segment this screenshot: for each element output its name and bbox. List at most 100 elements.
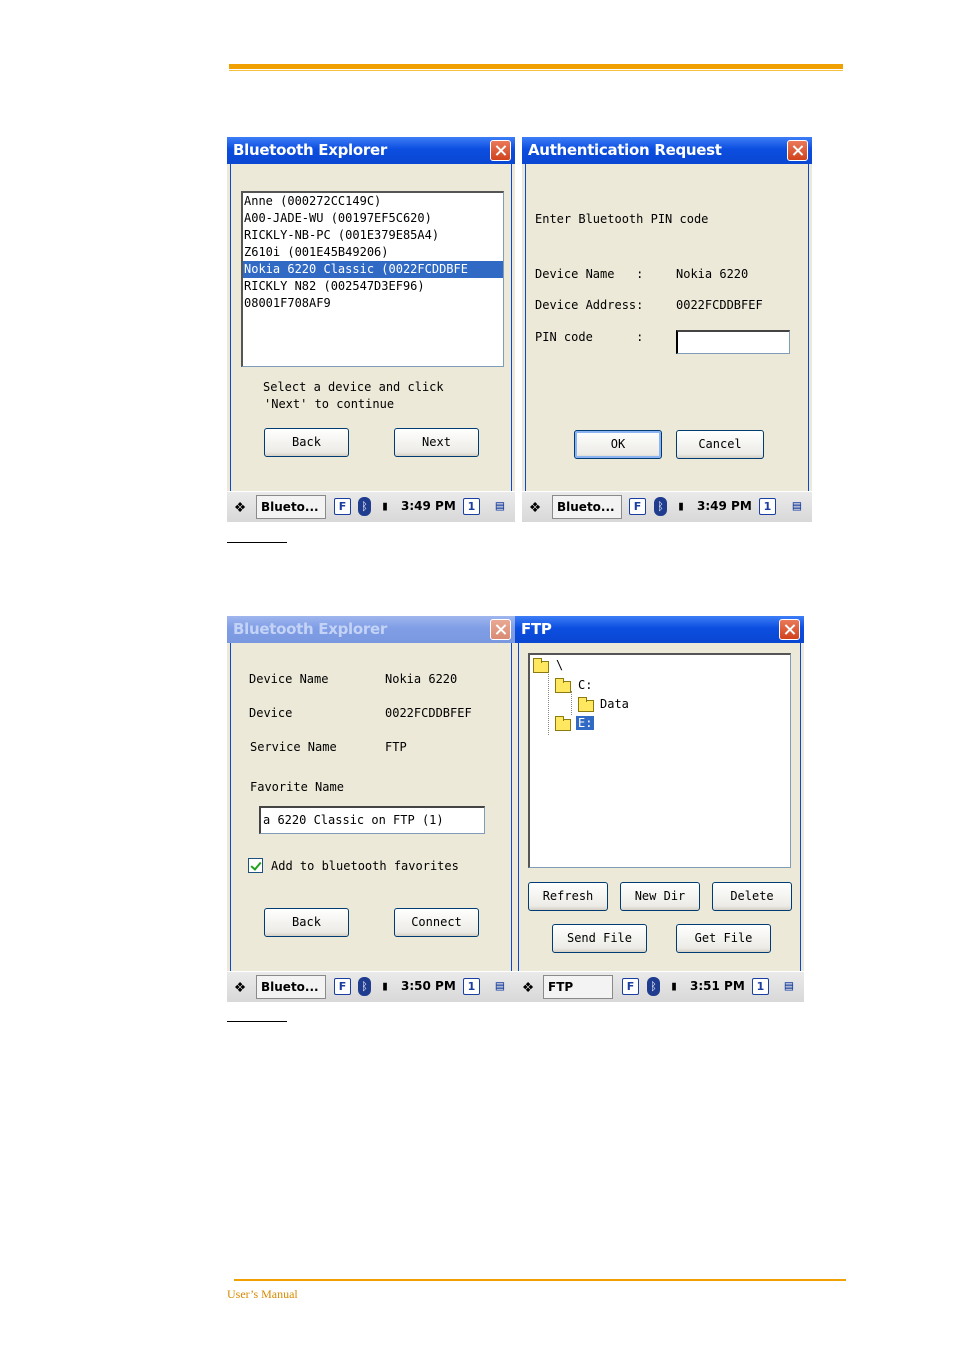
list-item[interactable]: RICKLY-NB-PC (001E379E85A4)	[243, 227, 503, 244]
desktop-switch-icon[interactable]: ▤	[788, 497, 806, 516]
desktop-switch-icon[interactable]: ▤	[780, 977, 798, 996]
favorite-name-label: Favorite Name	[250, 780, 344, 794]
window-body: Device Name Nokia 6220 Device 0022FCDDBF…	[230, 643, 512, 971]
taskbar-task-button[interactable]: FTP	[543, 975, 613, 999]
bluetooth-icon[interactable]: ᛒ	[358, 497, 371, 516]
instruction-line-2: 'Next' to continue	[264, 397, 395, 411]
next-button[interactable]: Next	[394, 428, 479, 457]
windows-start-icon[interactable]: ❖	[524, 496, 546, 518]
title-bar[interactable]: FTP	[515, 616, 804, 643]
add-favorites-label: Add to bluetooth favorites	[271, 859, 459, 873]
service-name-value: FTP	[385, 740, 407, 754]
list-item[interactable]: A00-JADE-WU (00197EF5C620)	[243, 210, 503, 227]
list-item[interactable]: RICKLY N82 (002547D3EF96)	[243, 278, 503, 295]
window-title: Authentication Request	[528, 141, 722, 159]
list-item[interactable]: Anne (000272CC149C)	[243, 193, 503, 210]
taskbar: ❖ Blueto... F ᛒ ▮ 3:49 PM 1 ▤	[522, 491, 812, 522]
window-body: Anne (000272CC149C) A00-JADE-WU (00197EF…	[230, 164, 512, 491]
taskbar-task-button[interactable]: Blueto...	[256, 975, 326, 999]
window-body: Enter Bluetooth PIN code Device Name : N…	[525, 164, 809, 491]
add-favorites-checkbox[interactable]	[248, 858, 263, 873]
desktop-number-icon[interactable]: 1	[759, 498, 776, 515]
tree-line	[548, 671, 549, 735]
figure-caption-line	[227, 1021, 287, 1022]
title-bar[interactable]: Bluetooth Explorer	[227, 616, 515, 643]
connect-button[interactable]: Connect	[394, 908, 479, 937]
keyboard-f-icon[interactable]: F	[629, 498, 646, 515]
device-address-label: Device Address:	[535, 298, 644, 312]
service-name-label: Service Name	[250, 740, 337, 754]
title-bar[interactable]: Bluetooth Explorer	[227, 137, 515, 164]
taskbar-task-button[interactable]: Blueto...	[256, 495, 326, 519]
close-icon[interactable]	[779, 619, 800, 640]
close-icon[interactable]	[490, 140, 511, 161]
device-list[interactable]: Anne (000272CC149C) A00-JADE-WU (00197EF…	[241, 191, 504, 367]
keyboard-f-icon[interactable]: F	[334, 498, 351, 515]
header-rule	[229, 64, 843, 69]
clock[interactable]: 3:51 PM	[690, 978, 745, 995]
desktop-switch-icon[interactable]: ▤	[491, 977, 509, 996]
window-title: Bluetooth Explorer	[233, 620, 387, 638]
windows-start-icon[interactable]: ❖	[517, 976, 539, 998]
keyboard-f-icon[interactable]: F	[622, 978, 639, 995]
pin-label: PIN code :	[535, 330, 644, 344]
list-item[interactable]: Z610i (001E45B49206)	[243, 244, 503, 261]
windows-start-icon[interactable]: ❖	[229, 496, 251, 518]
battery-icon[interactable]: ▮	[667, 977, 681, 996]
desktop-number-icon[interactable]: 1	[752, 978, 769, 995]
battery-icon[interactable]: ▮	[378, 977, 392, 996]
clock[interactable]: 3:49 PM	[401, 498, 456, 515]
window-body: \ C: Data E: Refresh New Dir Delete Send…	[518, 643, 801, 971]
bluetooth-icon[interactable]: ᛒ	[358, 977, 371, 996]
bluetooth-icon[interactable]: ᛒ	[654, 497, 667, 516]
clock[interactable]: 3:50 PM	[401, 978, 456, 995]
taskbar-task-button[interactable]: Blueto...	[552, 495, 622, 519]
cancel-button[interactable]: Cancel	[676, 430, 764, 459]
back-button[interactable]: Back	[264, 428, 349, 457]
bluetooth-explorer-favorite-window: Bluetooth Explorer Device Name Nokia 622…	[227, 616, 515, 971]
windows-start-icon[interactable]: ❖	[229, 976, 251, 998]
list-item-selected[interactable]: Nokia 6220 Classic (0022FCDDBFE	[243, 261, 503, 278]
footer-text: User’s Manual	[227, 1287, 298, 1301]
folder-icon	[533, 658, 549, 673]
taskbar: ❖ Blueto... F ᛒ ▮ 3:50 PM 1 ▤	[227, 971, 515, 1002]
clock[interactable]: 3:49 PM	[697, 498, 752, 515]
pin-prompt: Enter Bluetooth PIN code	[535, 212, 709, 226]
tree-node-root[interactable]: \	[556, 658, 563, 672]
folder-tree[interactable]: \ C: Data E:	[528, 653, 791, 868]
close-icon[interactable]	[490, 619, 511, 640]
favorite-name-input[interactable]: a 6220 Classic on FTP (1)	[259, 806, 485, 834]
refresh-button[interactable]: Refresh	[528, 882, 608, 911]
battery-icon[interactable]: ▮	[674, 497, 688, 516]
desktop-number-icon[interactable]: 1	[463, 978, 480, 995]
title-bar[interactable]: Authentication Request	[522, 137, 812, 164]
delete-button[interactable]: Delete	[712, 882, 792, 911]
ftp-window: FTP \ C: Data E: Refresh New Dir Delete …	[515, 616, 804, 971]
ok-button[interactable]: OK	[574, 430, 662, 459]
bluetooth-icon[interactable]: ᛒ	[647, 977, 660, 996]
instruction-line-1: Select a device and click	[263, 380, 444, 394]
desktop-switch-icon[interactable]: ▤	[491, 497, 509, 516]
pin-input[interactable]	[676, 330, 790, 354]
header-rule-thin	[229, 70, 843, 71]
device-name-label: Device Name :	[535, 267, 644, 281]
new-dir-button[interactable]: New Dir	[620, 882, 700, 911]
device-name-value: Nokia 6220	[676, 267, 749, 281]
window-title: FTP	[521, 620, 552, 638]
battery-icon[interactable]: ▮	[378, 497, 392, 516]
close-icon[interactable]	[787, 140, 808, 161]
list-item[interactable]: 08001F708AF9	[243, 295, 503, 312]
back-button[interactable]: Back	[264, 908, 349, 937]
tree-node-e[interactable]: E:	[576, 716, 595, 730]
footer-rule	[234, 1279, 846, 1281]
device-name-value: Nokia 6220	[385, 672, 458, 686]
tree-node-c[interactable]: C:	[578, 678, 592, 692]
get-file-button[interactable]: Get File	[676, 924, 771, 953]
tree-line	[571, 691, 572, 715]
folder-icon	[555, 716, 571, 731]
send-file-button[interactable]: Send File	[552, 924, 647, 953]
desktop-number-icon[interactable]: 1	[463, 498, 480, 515]
keyboard-f-icon[interactable]: F	[334, 978, 351, 995]
taskbar: ❖ FTP F ᛒ ▮ 3:51 PM 1 ▤	[515, 971, 804, 1002]
tree-node-data[interactable]: Data	[600, 697, 629, 711]
